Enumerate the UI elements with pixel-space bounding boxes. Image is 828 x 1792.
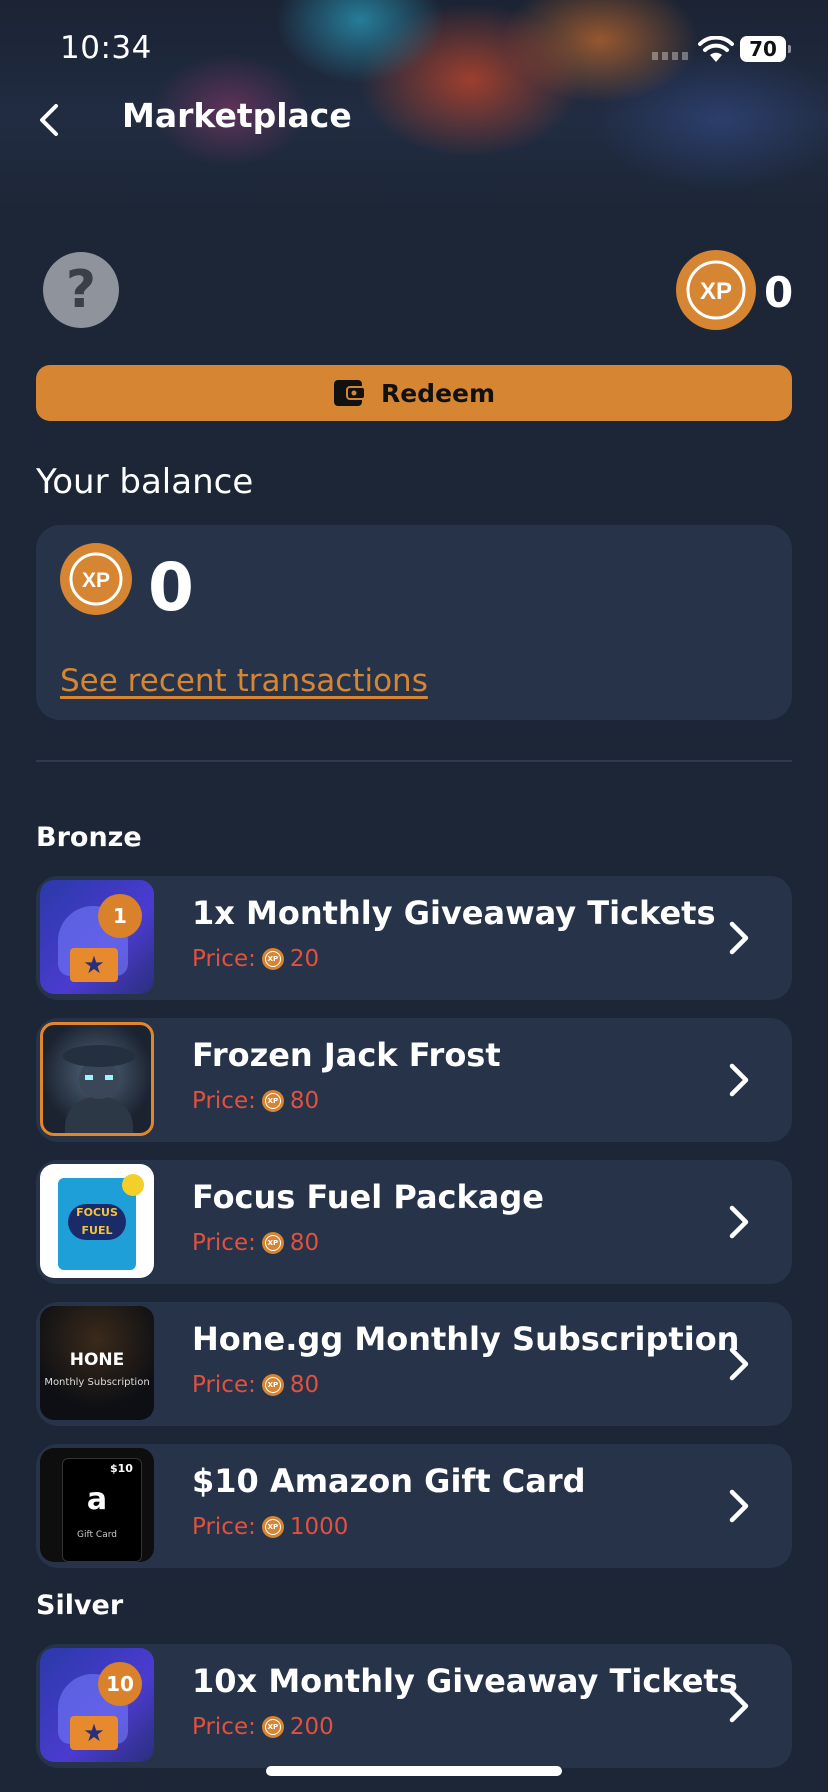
market-item-giveaway-1x[interactable]: ★ 1 1x Monthly Giveaway Tickets Price: X… [36,876,792,1000]
wifi-icon [698,36,734,62]
giveaway-ticket-thumbnail: ★ 10 [40,1648,154,1762]
price-label: Price: [192,1714,256,1740]
item-price: Price: XP 80 [192,1230,319,1256]
market-item-giveaway-10x[interactable]: ★ 10 10x Monthly Giveaway Tickets Price:… [36,1644,792,1768]
wallet-icon [333,380,366,406]
price-value: 80 [289,1372,320,1398]
ticket-count-badge: 1 [98,894,142,938]
gift-card-amount: $10 [110,1462,133,1475]
market-item-focus-fuel[interactable]: FOCUS FUEL Focus Fuel Package Price: XP … [36,1160,792,1284]
balance-value: 0 [148,549,194,626]
hone-logo: HONE [69,1350,125,1370]
item-price: Price: XP 20 [192,946,319,972]
xp-coin-icon: XP [261,948,284,970]
xp-coin-icon: XP [261,1374,284,1396]
market-item-frozen-jack-frost[interactable]: Frozen Jack Frost Price: XP 80 [36,1018,792,1142]
redeem-label: Redeem [380,378,496,408]
price-label: Price: [192,1088,256,1114]
price-value: 80 [289,1230,320,1256]
xp-coin-icon: XP [261,1090,284,1112]
price-value: 200 [289,1714,334,1740]
focus-fuel-logo: FOCUS FUEL [68,1204,126,1240]
home-indicator[interactable] [266,1766,562,1776]
item-price: Price: XP 1000 [192,1514,348,1540]
xp-coin-icon: XP [261,1232,284,1254]
xp-coin-icon: XP [676,250,756,330]
price-value: 1000 [289,1514,349,1540]
back-button[interactable] [30,98,70,142]
xp-coin-icon: XP [60,543,132,615]
hone-thumbnail: HONE Monthly Subscription [40,1306,154,1420]
chevron-right-icon [729,1205,749,1239]
item-title: Frozen Jack Frost [192,1036,501,1074]
star-ticket-icon: ★ [70,1716,118,1750]
section-label-silver: Silver [36,1590,124,1621]
item-price: Price: XP 80 [192,1088,319,1114]
item-title: $10 Amazon Gift Card [192,1462,586,1500]
chevron-right-icon [729,1489,749,1523]
star-ticket-icon: ★ [70,948,118,982]
ticket-count-badge: 10 [98,1662,142,1706]
frozen-jack-frost-thumbnail [40,1022,154,1136]
focus-fuel-thumbnail: FOCUS FUEL [40,1164,154,1278]
cellular-signal-icon [652,52,690,60]
xp-coin-icon: XP [261,1516,284,1538]
chevron-right-icon [729,921,749,955]
xp-coin-label: XP [82,569,110,592]
see-recent-transactions-link[interactable]: See recent transactions [60,663,428,699]
section-label-bronze: Bronze [36,822,142,853]
gift-card-caption: Gift Card [77,1530,117,1540]
page-title: Marketplace [122,96,352,135]
item-title: 1x Monthly Giveaway Tickets [192,894,716,932]
price-value: 80 [289,1088,320,1114]
item-price: Price: XP 80 [192,1372,319,1398]
price-label: Price: [192,1514,256,1540]
status-bar: 10:34 70 [0,0,828,96]
battery-icon: 70 [740,36,791,62]
amazon-gift-card-thumbnail: $10 a Gift Card [40,1448,154,1562]
status-time: 10:34 [60,30,152,66]
xp-coin-label: XP [700,278,732,305]
chevron-right-icon [729,1689,749,1723]
market-item-hone-subscription[interactable]: HONE Monthly Subscription Hone.gg Monthl… [36,1302,792,1426]
price-label: Price: [192,1372,256,1398]
price-label: Price: [192,1230,256,1256]
balance-title: Your balance [36,462,254,502]
item-title: Hone.gg Monthly Subscription [192,1320,740,1358]
market-item-amazon-gift-card[interactable]: $10 a Gift Card $10 Amazon Gift Card Pri… [36,1444,792,1568]
item-price: Price: XP 200 [192,1714,334,1740]
giveaway-ticket-thumbnail: ★ 1 [40,880,154,994]
xp-total: 0 [764,268,794,317]
chevron-right-icon [729,1063,749,1097]
price-label: Price: [192,946,256,972]
hone-subtitle: Monthly Subscription [44,1377,150,1388]
price-value: 20 [289,946,320,972]
amazon-logo: a [86,1482,108,1517]
item-title: 10x Monthly Giveaway Tickets [192,1662,738,1700]
xp-coin-icon: XP [261,1716,284,1738]
help-button[interactable]: ? [43,252,119,328]
chevron-right-icon [729,1347,749,1381]
redeem-button[interactable]: Redeem [36,365,792,421]
item-title: Focus Fuel Package [192,1178,544,1216]
divider [36,760,792,762]
balance-card: XP 0 See recent transactions [36,525,792,720]
